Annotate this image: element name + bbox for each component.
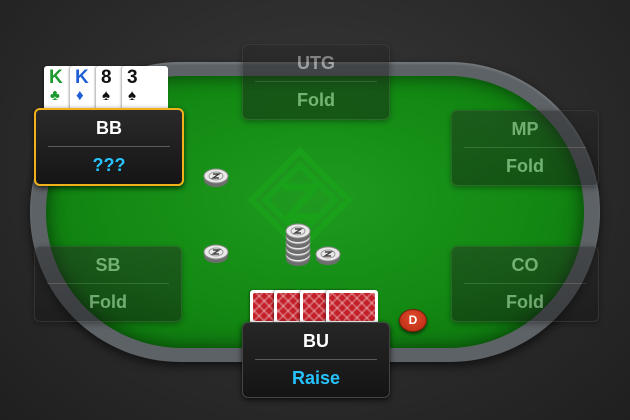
chips-layer	[203, 168, 341, 267]
bb-chip-stack	[203, 168, 229, 188]
bu-chip-stack	[315, 246, 341, 266]
pot-chip-stack	[285, 223, 311, 267]
poker-table-scene: K ♣ K ♦ 8 ♠ 3 ♠ UTG Fold MP Fold CO Fold…	[0, 0, 630, 420]
sb-chip-stack	[203, 244, 229, 264]
